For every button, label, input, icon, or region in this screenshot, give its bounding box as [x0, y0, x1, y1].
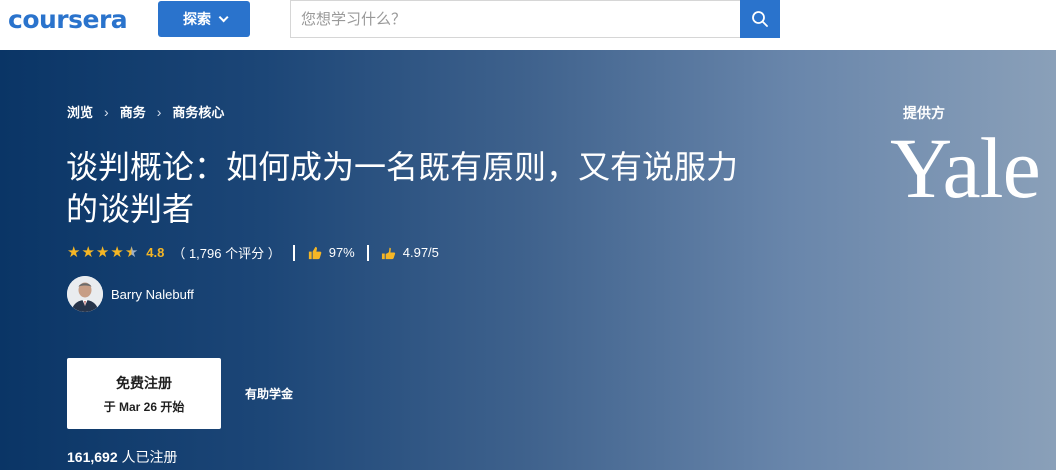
start-date: 于 Mar 26 开始 — [103, 399, 185, 414]
breadcrumb: 浏览 › 商务 › 商务核心 — [67, 102, 224, 121]
explore-button[interactable]: 探索 — [158, 1, 250, 37]
explore-label: 探索 — [183, 11, 211, 27]
half-star-icon: ★ — [124, 244, 139, 261]
score-value: 4.97/5 — [402, 245, 439, 260]
chevron-right-icon: › — [104, 103, 109, 120]
instructor-name[interactable]: Barry Nalebuff — [111, 287, 194, 302]
search-icon — [752, 11, 768, 27]
breadcrumb-browse[interactable]: 浏览 — [67, 102, 93, 121]
rating-value: 4.8 — [146, 245, 165, 260]
enroll-button[interactable]: 免费注册 于 Mar 26 开始 — [67, 358, 221, 429]
breadcrumb-business-essentials[interactable]: 商务核心 — [172, 102, 224, 121]
star-icon: ★ — [95, 244, 110, 261]
search-input[interactable] — [290, 0, 740, 38]
enrolled-suffix: 人已注册 — [117, 449, 178, 465]
enrolled-count: 161,692 人已注册 — [67, 447, 178, 467]
star-icon: ★ — [110, 244, 124, 261]
course-hero-banner: 浏览 › 商务 › 商务核心 谈判概论：如何成为一名既有原则，又有说服力的谈判者… — [0, 50, 1056, 470]
enrolled-number: 161,692 — [67, 449, 118, 465]
top-nav: coursera 探索 — [0, 0, 1056, 50]
yale-logo[interactable]: Yale — [890, 118, 1041, 218]
search-button[interactable] — [740, 0, 780, 38]
star-rating: ★ ★ ★ ★ ★ — [67, 245, 139, 260]
divider — [292, 244, 295, 261]
star-icon: ★ — [67, 244, 81, 261]
breadcrumb-business[interactable]: 商务 — [120, 102, 146, 121]
star-icon: ★ — [81, 244, 95, 261]
chevron-down-icon — [218, 11, 229, 22]
course-title: 谈判概论：如何成为一名既有原则，又有说服力的谈判者 — [66, 148, 739, 228]
avatar — [67, 276, 103, 312]
rating-row: ★ ★ ★ ★ ★ 4.8 （ 1,796 个评分 ） 97% 4.97/5 — [67, 243, 439, 262]
divider — [366, 244, 369, 261]
like-percent: 97% — [328, 245, 355, 260]
financial-aid-link[interactable]: 有助学金 — [245, 385, 293, 402]
instructor[interactable]: Barry Nalebuff — [67, 276, 194, 312]
thumbs-up-icon — [307, 245, 322, 260]
hand-score-icon — [381, 245, 396, 260]
chevron-right-icon: › — [156, 103, 162, 120]
enroll-label: 免费注册 — [116, 374, 172, 391]
coursera-logo[interactable]: coursera — [8, 5, 128, 34]
rating-count[interactable]: （ 1,796 个评分 ） — [172, 243, 280, 262]
